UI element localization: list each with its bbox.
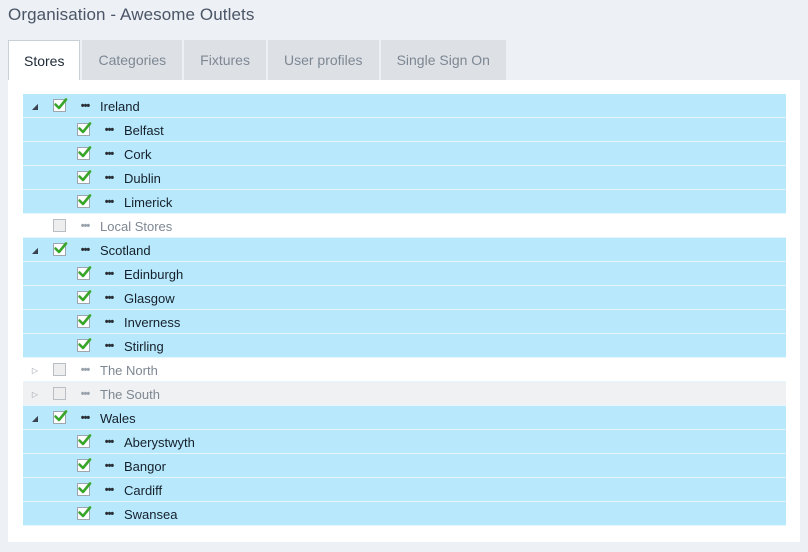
checked-checkbox[interactable] (77, 290, 92, 304)
tree-group-row[interactable]: ▷ ••• The North (23, 358, 786, 382)
unchecked-checkbox[interactable] (53, 219, 66, 232)
tab-single-sign-on[interactable]: Single Sign On (380, 40, 506, 80)
ellipsis-icon[interactable]: ••• (78, 94, 92, 118)
collapse-arrow-icon[interactable]: ◢ (29, 406, 41, 430)
tree-item-row[interactable]: ••• Dublin (23, 166, 786, 190)
tree-item-row[interactable]: ••• Edinburgh (23, 262, 786, 286)
tree-node-label[interactable]: Dublin (124, 166, 161, 190)
checked-checkbox[interactable] (77, 266, 92, 280)
ellipsis-icon[interactable]: ••• (78, 214, 92, 238)
tree-item-row[interactable]: ••• Bangor (23, 454, 786, 478)
checked-checkbox[interactable] (77, 170, 92, 184)
tree-item-row[interactable]: ••• Glasgow (23, 286, 786, 310)
ellipsis-icon[interactable]: ••• (102, 310, 116, 334)
tree-node-label[interactable]: Swansea (124, 502, 177, 526)
ellipsis-icon[interactable]: ••• (102, 118, 116, 142)
ellipsis-icon[interactable]: ••• (78, 382, 92, 406)
checked-checkbox[interactable] (77, 338, 92, 352)
expand-arrow-icon[interactable]: ▷ (29, 382, 41, 406)
tree-item-row[interactable]: ••• Stirling (23, 334, 786, 358)
ellipsis-icon[interactable]: ••• (102, 190, 116, 214)
checked-checkbox[interactable] (77, 458, 92, 472)
ellipsis-icon[interactable]: ••• (102, 454, 116, 478)
checked-checkbox[interactable] (77, 122, 92, 136)
tree-item-row[interactable]: ••• Cardiff (23, 478, 786, 502)
ellipsis-icon[interactable]: ••• (78, 238, 92, 262)
unchecked-checkbox[interactable] (53, 363, 66, 376)
tree-node-label[interactable]: The South (100, 382, 160, 406)
expand-arrow-icon[interactable]: ▷ (29, 358, 41, 382)
collapse-arrow-icon[interactable]: ◢ (29, 238, 41, 262)
tree-group-row[interactable]: ◢ ••• Scotland (23, 238, 786, 262)
checked-checkbox[interactable] (53, 410, 68, 424)
tree-item-row[interactable]: ••• Aberystwyth (23, 430, 786, 454)
tree-node-label[interactable]: Belfast (124, 118, 164, 142)
tree-node-label[interactable]: Inverness (124, 310, 180, 334)
store-tree: ◢ ••• Ireland ••• Belfast ••• Cork ••• Dublin •••… (23, 94, 786, 526)
checked-checkbox[interactable] (77, 314, 92, 328)
tab-user-profiles[interactable]: User profiles (267, 40, 379, 80)
checked-checkbox[interactable] (77, 146, 92, 160)
tree-node-label[interactable]: Cardiff (124, 478, 162, 502)
tree-item-row[interactable]: ••• Cork (23, 142, 786, 166)
ellipsis-icon[interactable]: ••• (78, 358, 92, 382)
tree-item-row[interactable]: ••• Limerick (23, 190, 786, 214)
unchecked-checkbox[interactable] (53, 387, 66, 400)
tree-node-label[interactable]: Bangor (124, 454, 166, 478)
checked-checkbox[interactable] (53, 242, 68, 256)
tree-node-label[interactable]: Wales (100, 406, 136, 430)
tab-fixtures[interactable]: Fixtures (184, 40, 266, 80)
tree-group-row[interactable]: ◢ ••• Ireland (23, 94, 786, 118)
collapse-arrow-icon[interactable]: ◢ (29, 94, 41, 118)
ellipsis-icon[interactable]: ••• (78, 406, 92, 430)
row-divider (23, 525, 786, 526)
tab-categories[interactable]: Categories (82, 40, 183, 80)
ellipsis-icon[interactable]: ••• (102, 478, 116, 502)
tab-bar: Stores Categories Fixtures User profiles… (8, 40, 508, 80)
checked-checkbox[interactable] (53, 98, 68, 112)
tree-node-label[interactable]: Aberystwyth (124, 430, 195, 454)
ellipsis-icon[interactable]: ••• (102, 166, 116, 190)
tree-group-row[interactable]: ◢ ••• Wales (23, 406, 786, 430)
ellipsis-icon[interactable]: ••• (102, 286, 116, 310)
tree-node-label[interactable]: Glasgow (124, 286, 175, 310)
ellipsis-icon[interactable]: ••• (102, 262, 116, 286)
page-title: Organisation - Awesome Outlets (8, 5, 255, 24)
tree-node-label[interactable]: Stirling (124, 334, 164, 358)
stores-panel: ◢ ••• Ireland ••• Belfast ••• Cork ••• Dublin •••… (8, 80, 800, 542)
tree-node-label[interactable]: The North (100, 358, 158, 382)
tree-item-row[interactable]: ••• Swansea (23, 502, 786, 526)
checked-checkbox[interactable] (77, 434, 92, 448)
tree-node-label[interactable]: Limerick (124, 190, 172, 214)
ellipsis-icon[interactable]: ••• (102, 142, 116, 166)
ellipsis-icon[interactable]: ••• (102, 334, 116, 358)
tree-node-label[interactable]: Cork (124, 142, 151, 166)
ellipsis-icon[interactable]: ••• (102, 502, 116, 526)
checked-checkbox[interactable] (77, 194, 92, 208)
checked-checkbox[interactable] (77, 506, 92, 520)
tab-stores[interactable]: Stores (8, 40, 81, 80)
ellipsis-icon[interactable]: ••• (102, 430, 116, 454)
tree-node-label[interactable]: Local Stores (100, 214, 172, 238)
tree-node-label[interactable]: Scotland (100, 238, 151, 262)
tree-node-label[interactable]: Edinburgh (124, 262, 183, 286)
tree-group-row[interactable]: ••• Local Stores (23, 214, 786, 238)
tree-item-row[interactable]: ••• Belfast (23, 118, 786, 142)
tree-group-row[interactable]: ▷ ••• The South (23, 382, 786, 406)
tree-node-label[interactable]: Ireland (100, 94, 140, 118)
tree-item-row[interactable]: ••• Inverness (23, 310, 786, 334)
checked-checkbox[interactable] (77, 482, 92, 496)
